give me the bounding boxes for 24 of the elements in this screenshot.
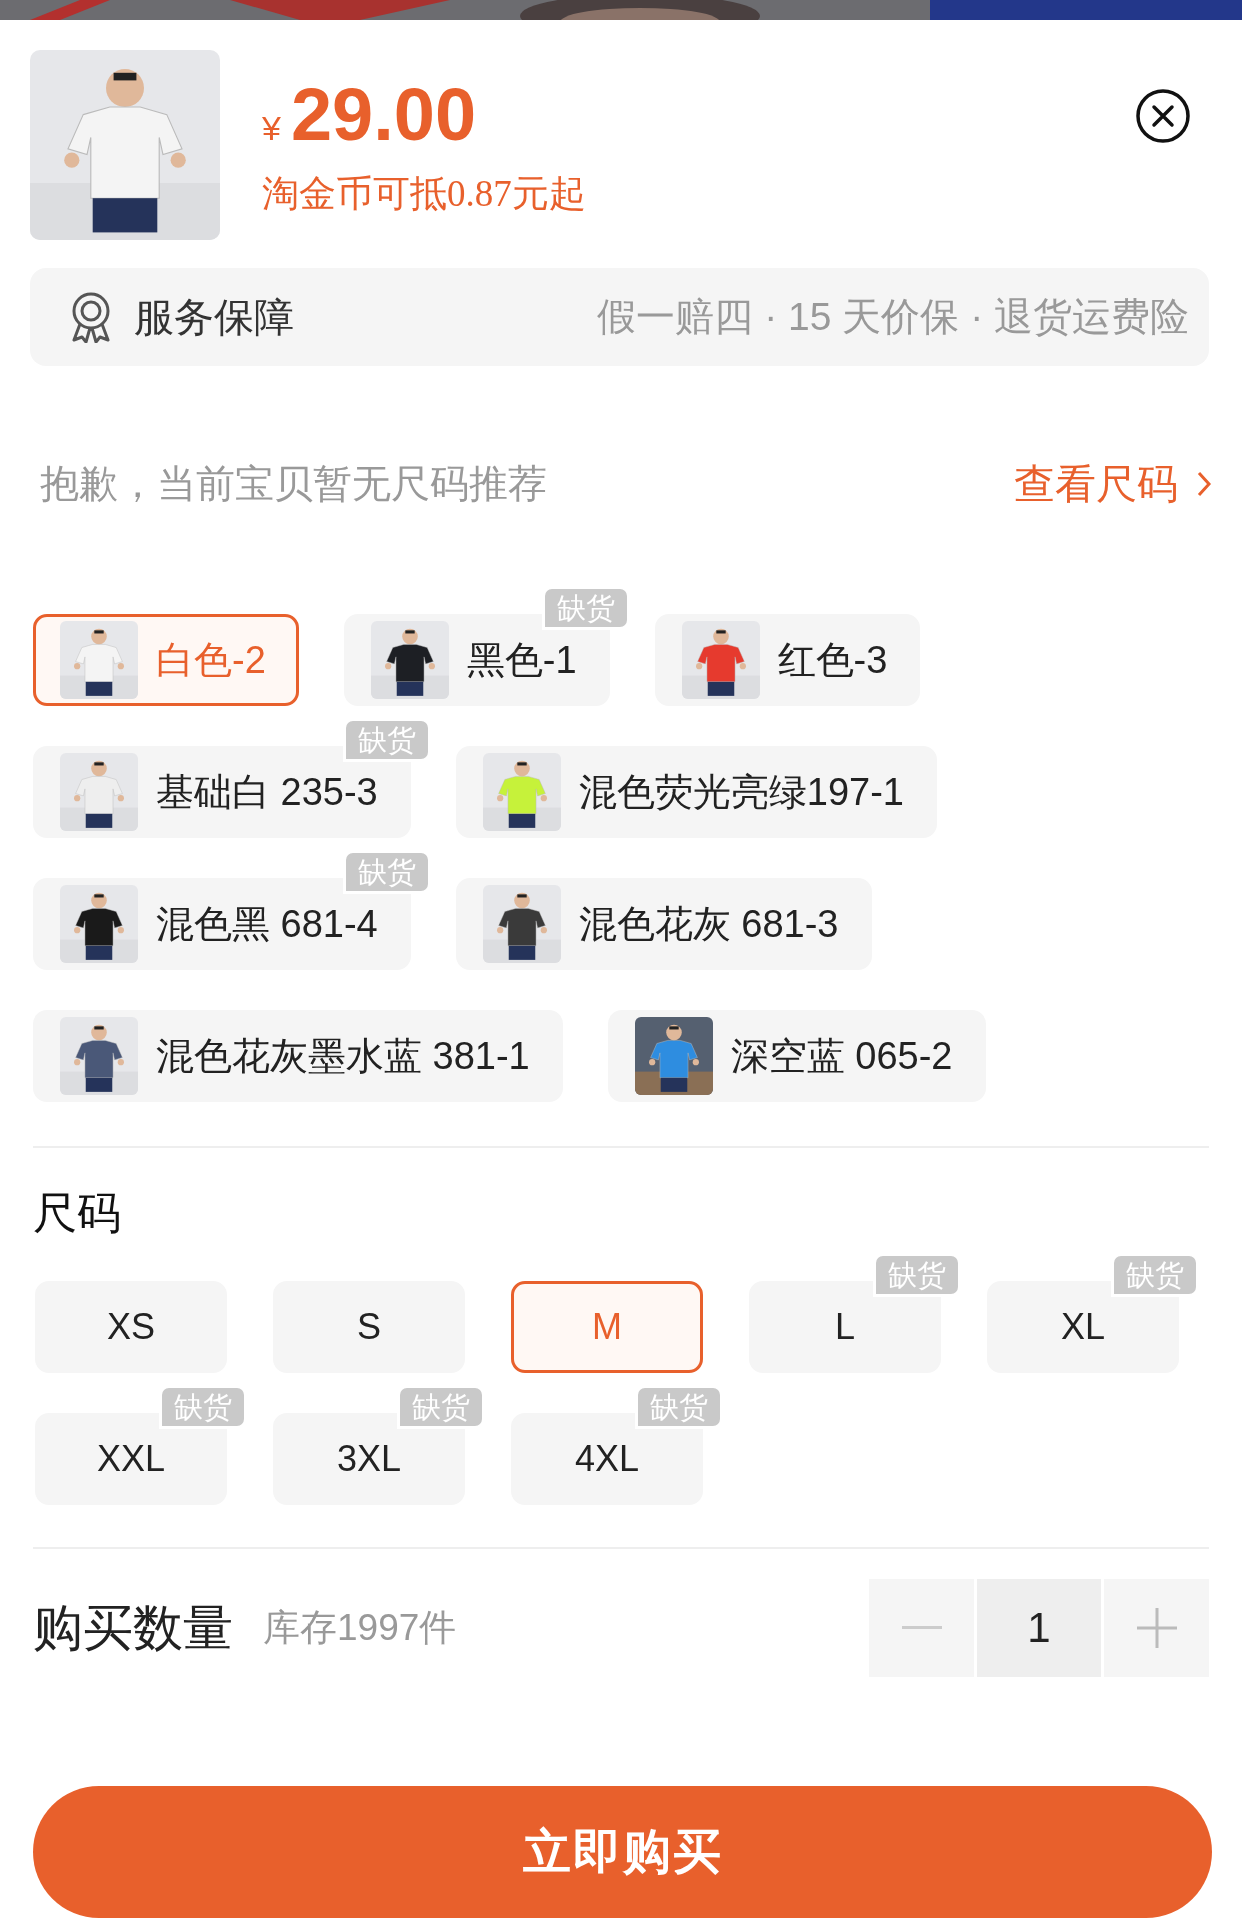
decrease-button[interactable] [869, 1579, 974, 1677]
coin-discount-note: 淘金币可抵0.87元起 [262, 172, 586, 216]
service-guarantee-bar[interactable]: 服务保障 假一赔四 · 15 天价保 · 退货运费险 [30, 268, 1209, 366]
size-recommendation-note: 抱歉，当前宝贝暂无尺码推荐 [40, 461, 547, 507]
quantity-label: 购买数量 [33, 1598, 233, 1658]
plus-icon [1136, 1608, 1177, 1648]
increase-button[interactable] [1104, 1579, 1209, 1677]
size-option[interactable]: S [273, 1281, 465, 1373]
currency-symbol: ¥ [262, 109, 281, 148]
service-label: 服务保障 [134, 293, 294, 341]
service-details: 假一赔四 · 15 天价保 · 退货运费险 [597, 294, 1189, 340]
section-title: 尺码 [33, 1187, 122, 1239]
stock-count: 库存1997件 [263, 1606, 457, 1650]
price: 29.00 [290, 72, 477, 157]
quantity-field[interactable]: 1 [977, 1579, 1101, 1677]
chevron-right-icon [1196, 470, 1212, 498]
color-option[interactable]: 混色花灰 681-3 [455, 878, 872, 970]
close-icon[interactable] [1135, 88, 1191, 144]
color-option[interactable]: 混色花灰墨水蓝 381-1 [33, 1010, 563, 1102]
color-option[interactable]: 混色荧光亮绿197-1 [455, 746, 937, 838]
minus-icon [901, 1626, 942, 1630]
color-option[interactable]: 红色-3 [654, 614, 921, 706]
color-option[interactable]: 深空蓝 065-2 [607, 1010, 986, 1102]
size-option[interactable]: XS [35, 1281, 227, 1373]
